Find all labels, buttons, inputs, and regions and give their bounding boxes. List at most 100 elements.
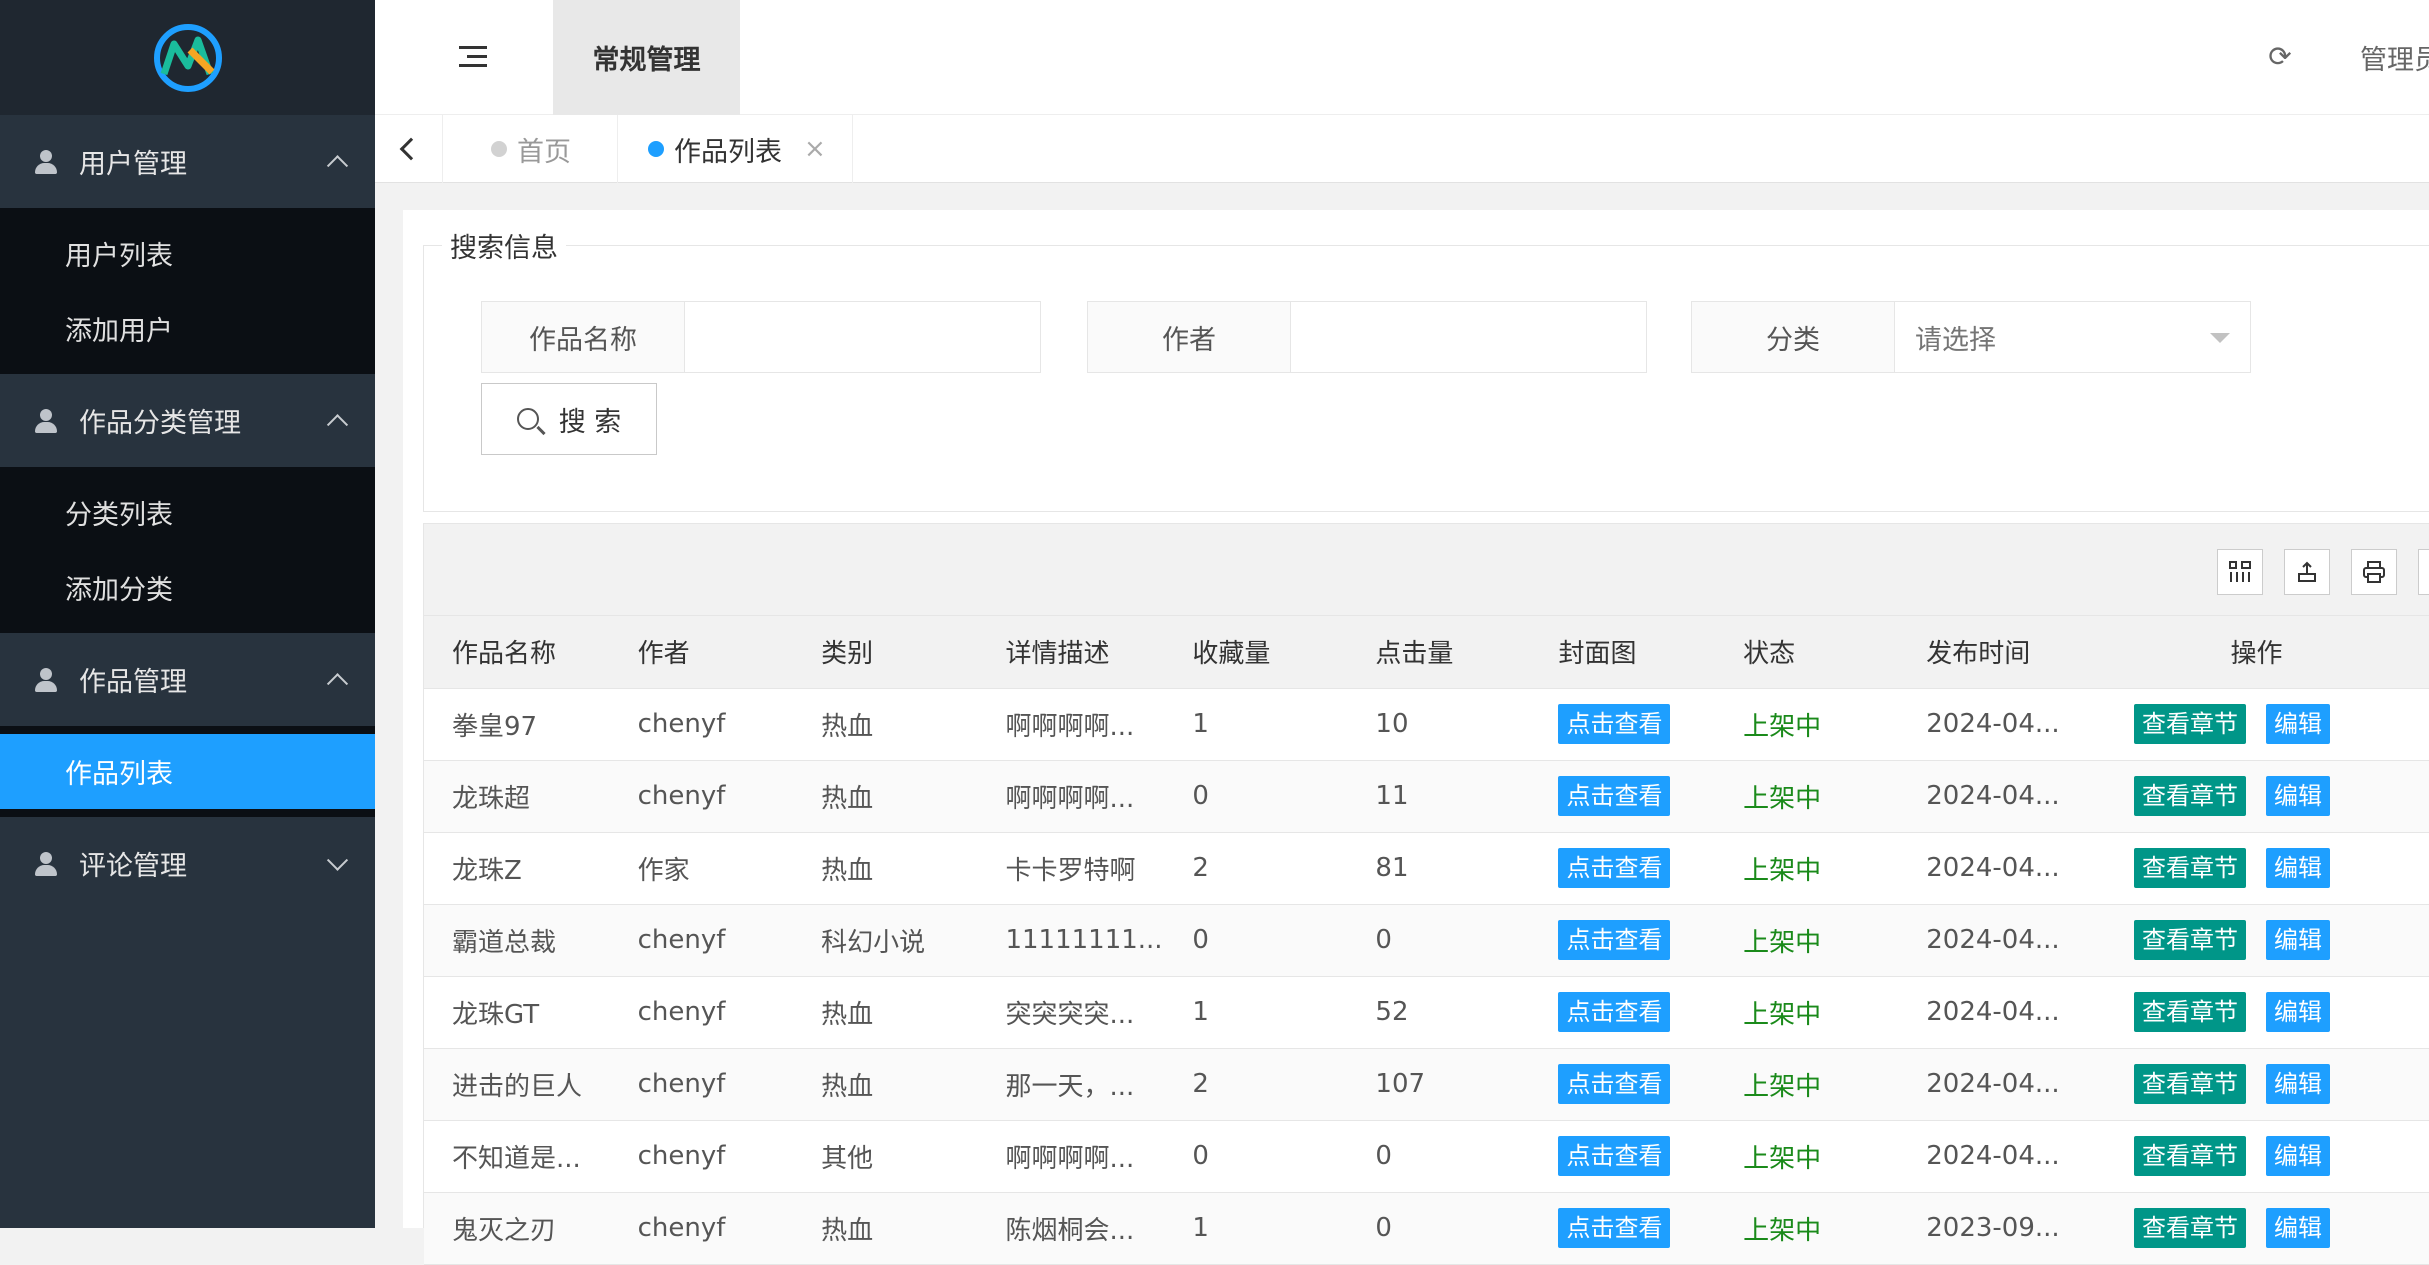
sidebar-group-head-works[interactable]: 作品管理 bbox=[0, 633, 375, 726]
author-input[interactable] bbox=[1291, 301, 1647, 373]
cell-actions: 查看章节 编辑 bbox=[2083, 904, 2429, 977]
cell-description: 陈烟桐会... bbox=[977, 1192, 1165, 1265]
view-chapters-button[interactable]: 查看章节 bbox=[2133, 1064, 2246, 1104]
sidebar-item-works-list[interactable]: 作品列表 bbox=[0, 734, 375, 809]
view-cover-button[interactable]: 点击查看 bbox=[1558, 1064, 1671, 1104]
view-cover-button[interactable]: 点击查看 bbox=[1558, 848, 1671, 888]
author-field-group: 作者 bbox=[1087, 301, 1647, 373]
tabs-back-button[interactable] bbox=[375, 115, 443, 183]
close-icon[interactable]: × bbox=[804, 134, 826, 164]
view-chapters-button[interactable]: 查看章节 bbox=[2133, 1136, 2246, 1176]
column-header[interactable]: 作者 bbox=[609, 616, 794, 689]
admin-menu[interactable]: 管理员 bbox=[2360, 38, 2429, 77]
edit-button[interactable]: 编辑 bbox=[2265, 920, 2330, 960]
cell-description: 突突突突... bbox=[977, 976, 1165, 1049]
view-chapters-button[interactable]: 查看章节 bbox=[2133, 1208, 2246, 1248]
edit-button[interactable]: 编辑 bbox=[2265, 704, 2330, 744]
sidebar-group-head-user[interactable]: 用户管理 bbox=[0, 115, 375, 208]
author-label: 作者 bbox=[1087, 301, 1291, 373]
sidebar: 用户管理 用户列表 添加用户 作品分类管理 分类列表 添加分类 作品管理 作品列… bbox=[0, 0, 375, 1228]
edit-button[interactable]: 编辑 bbox=[2265, 848, 2330, 888]
toolbar-more-icon[interactable] bbox=[2418, 549, 2429, 595]
cell-cover: 点击查看 bbox=[1530, 760, 1716, 833]
tab-home[interactable]: 首页 bbox=[443, 115, 618, 183]
cell-actions: 查看章节 编辑 bbox=[2083, 1192, 2429, 1265]
menu-toggle-icon[interactable] bbox=[455, 40, 491, 76]
column-header[interactable]: 状态 bbox=[1715, 616, 1899, 689]
cell-author: chenyf bbox=[609, 760, 794, 833]
cell-description: 那一天，... bbox=[977, 1048, 1165, 1121]
table-row: 龙珠GT chenyf 热血 突突突突... 1 52 点击查看 上架中 2024-04... 查… bbox=[424, 976, 2429, 1049]
cell-clicks: 10 bbox=[1347, 688, 1531, 761]
chevron-down-icon bbox=[326, 849, 349, 871]
cell-clicks: 0 bbox=[1347, 904, 1531, 977]
sidebar-item-user-list[interactable]: 用户列表 bbox=[0, 216, 375, 291]
table-header-row: 作品名称 作者 类别 详情描述 收藏量 点击量 封面图 状态 发布时间 操作 bbox=[424, 616, 2429, 689]
cell-publish-time: 2024-04... bbox=[1898, 1048, 2084, 1121]
export-icon[interactable] bbox=[2284, 549, 2330, 595]
cell-cover: 点击查看 bbox=[1530, 904, 1716, 977]
work-name-input[interactable] bbox=[685, 301, 1041, 373]
search-button[interactable]: 搜 索 bbox=[481, 383, 657, 455]
view-chapters-button[interactable]: 查看章节 bbox=[2133, 848, 2246, 888]
edit-button[interactable]: 编辑 bbox=[2265, 1208, 2330, 1248]
column-header[interactable]: 作品名称 bbox=[424, 616, 610, 689]
module-tab[interactable]: 常规管理 bbox=[553, 0, 740, 115]
edit-button[interactable]: 编辑 bbox=[2265, 1136, 2330, 1176]
cell-category: 热血 bbox=[793, 760, 978, 833]
search-panel: 搜索信息 作品名称 作者 分类 请选择 搜 索 bbox=[423, 226, 2429, 512]
cell-author: chenyf bbox=[609, 1120, 794, 1193]
sidebar-group-head-category[interactable]: 作品分类管理 bbox=[0, 374, 375, 467]
column-header[interactable]: 封面图 bbox=[1530, 616, 1716, 689]
view-chapters-button[interactable]: 查看章节 bbox=[2133, 920, 2246, 960]
sidebar-item-add-category[interactable]: 添加分类 bbox=[0, 550, 375, 625]
cell-description: 啊啊啊啊... bbox=[977, 688, 1165, 761]
refresh-icon[interactable]: ⟳ bbox=[2265, 42, 2295, 72]
view-cover-button[interactable]: 点击查看 bbox=[1558, 1208, 1671, 1248]
view-cover-button[interactable]: 点击查看 bbox=[1558, 1136, 1671, 1176]
cell-clicks: 0 bbox=[1347, 1120, 1531, 1193]
cell-cover: 点击查看 bbox=[1530, 832, 1716, 905]
cell-status: 上架中 bbox=[1715, 904, 1899, 977]
print-icon[interactable] bbox=[2351, 549, 2397, 595]
cell-cover: 点击查看 bbox=[1530, 1120, 1716, 1193]
work-name-label: 作品名称 bbox=[481, 301, 685, 373]
cell-actions: 查看章节 编辑 bbox=[2083, 976, 2429, 1049]
sidebar-group-label: 用户管理 bbox=[79, 149, 187, 180]
category-select[interactable]: 请选择 bbox=[1895, 301, 2251, 373]
view-chapters-button[interactable]: 查看章节 bbox=[2133, 776, 2246, 816]
column-header[interactable]: 发布时间 bbox=[1898, 616, 2084, 689]
edit-button[interactable]: 编辑 bbox=[2265, 1064, 2330, 1104]
column-header[interactable]: 收藏量 bbox=[1164, 616, 1348, 689]
view-cover-button[interactable]: 点击查看 bbox=[1558, 920, 1671, 960]
cell-description: 11111111... bbox=[977, 904, 1165, 977]
cell-status: 上架中 bbox=[1715, 976, 1899, 1049]
app-logo[interactable] bbox=[0, 0, 375, 115]
cell-status: 上架中 bbox=[1715, 760, 1899, 833]
sidebar-item-add-user[interactable]: 添加用户 bbox=[0, 291, 375, 366]
view-cover-button[interactable]: 点击查看 bbox=[1558, 704, 1671, 744]
search-button-label: 搜 索 bbox=[558, 406, 622, 438]
view-chapters-button[interactable]: 查看章节 bbox=[2133, 704, 2246, 744]
cell-work-name: 不知道是... bbox=[424, 1120, 610, 1193]
cell-author: chenyf bbox=[609, 1192, 794, 1265]
column-header[interactable]: 类别 bbox=[793, 616, 978, 689]
columns-icon[interactable] bbox=[2217, 549, 2263, 595]
column-header[interactable]: 点击量 bbox=[1347, 616, 1531, 689]
cell-publish-time: 2024-04... bbox=[1898, 760, 2084, 833]
view-chapters-button[interactable]: 查看章节 bbox=[2133, 992, 2246, 1032]
sidebar-group-head-comments[interactable]: 评论管理 bbox=[0, 817, 375, 910]
sidebar-group-works: 作品管理 作品列表 bbox=[0, 633, 375, 817]
page-tabs: 首页 作品列表 × bbox=[375, 115, 2429, 183]
edit-button[interactable]: 编辑 bbox=[2265, 776, 2330, 816]
column-header[interactable]: 详情描述 bbox=[977, 616, 1165, 689]
cell-description: 啊啊啊啊... bbox=[977, 1120, 1165, 1193]
tab-works-list[interactable]: 作品列表 × bbox=[618, 115, 853, 183]
sidebar-item-category-list[interactable]: 分类列表 bbox=[0, 475, 375, 550]
cell-favorites: 1 bbox=[1164, 1192, 1348, 1265]
view-cover-button[interactable]: 点击查看 bbox=[1558, 992, 1671, 1032]
view-cover-button[interactable]: 点击查看 bbox=[1558, 776, 1671, 816]
cell-actions: 查看章节 编辑 bbox=[2083, 760, 2429, 833]
edit-button[interactable]: 编辑 bbox=[2265, 992, 2330, 1032]
cell-publish-time: 2024-04... bbox=[1898, 976, 2084, 1049]
